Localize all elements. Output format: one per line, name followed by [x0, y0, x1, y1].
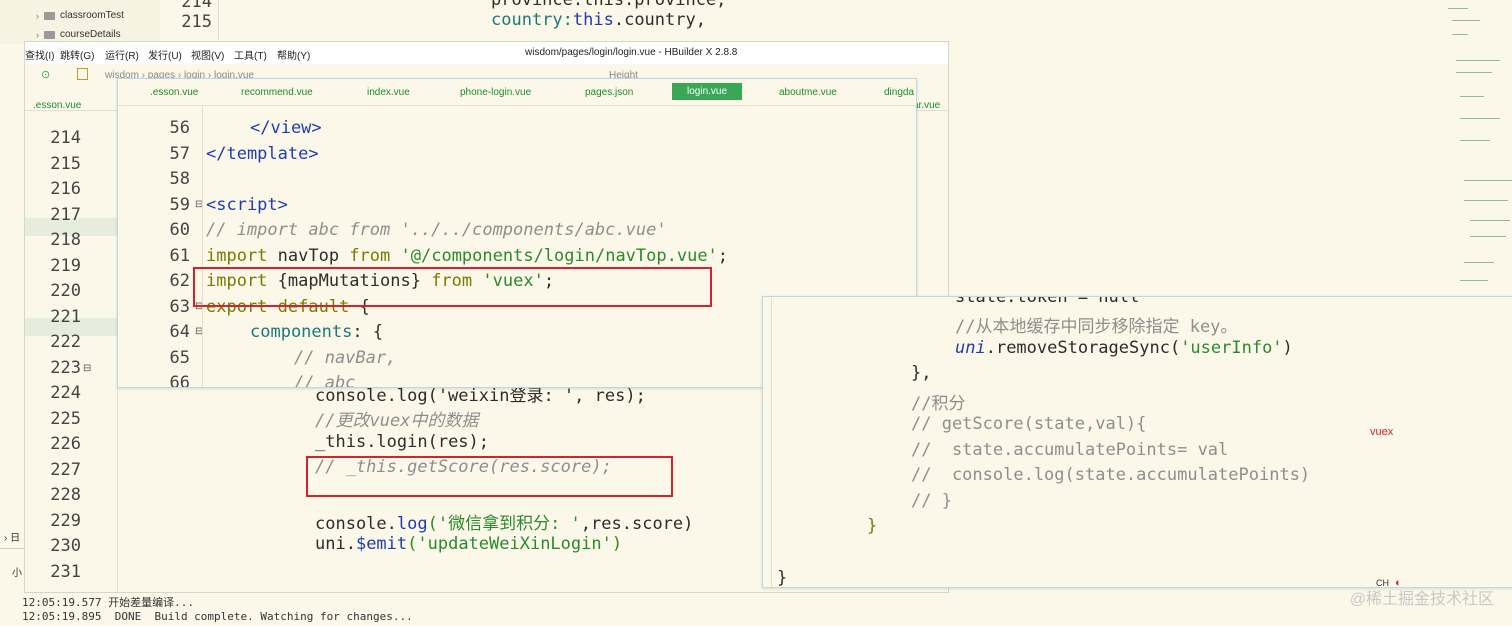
- line-number: 224: [50, 383, 81, 403]
- file-tree: › classroomTest › courseDetails: [0, 0, 160, 44]
- code-line-brace: }: [867, 516, 878, 536]
- line-number: 229: [50, 511, 81, 531]
- line-number: 231: [50, 562, 81, 582]
- code-line-comment-score: //积分: [911, 394, 966, 414]
- code-line-removestorage: uni.removeStorageSync('userInfo'): [955, 338, 1293, 358]
- code-line-61: import navTop from '@/components/login/n…: [206, 246, 729, 266]
- code-line-comment-brace: // }: [911, 491, 952, 511]
- line-number: 227: [50, 460, 81, 480]
- code-line-getscore: // getScore(state,val){: [911, 414, 1147, 434]
- chevron-right-icon: ›: [36, 11, 39, 21]
- line-number: 61: [169, 246, 190, 266]
- editor-tabs: .esson.vue recommend.vue index.vue phone…: [118, 79, 916, 106]
- code-line: country:this.country,: [491, 10, 706, 30]
- highlight-box-getscore: [306, 456, 673, 497]
- menu-view[interactable]: 视图(V): [191, 47, 224, 62]
- code-line-225: //更改vuex中的数据: [315, 411, 479, 431]
- line-number: 222: [50, 332, 81, 352]
- annotation-label: vuex: [1370, 426, 1394, 438]
- line-number: 223: [50, 358, 81, 378]
- code-line-66: // abc: [294, 373, 356, 388]
- tree-item-label: classroomTest: [60, 10, 124, 21]
- tab-pages-json[interactable]: pages.json: [585, 87, 633, 98]
- tab-phone-login-vue[interactable]: phone-login.vue: [460, 87, 531, 98]
- menu-tools[interactable]: 工具(T): [234, 47, 267, 62]
- menu-run[interactable]: 运行(R): [105, 47, 139, 62]
- line-number: 57: [169, 144, 190, 164]
- menu-goto[interactable]: 跳转(G): [60, 47, 94, 62]
- line-number: 228: [50, 485, 81, 505]
- menu-find[interactable]: 查找(I): [25, 47, 54, 62]
- line-number: 219: [50, 256, 81, 276]
- chevron-right-icon: ›: [36, 30, 39, 40]
- highlight-box-mapmutations: [193, 267, 712, 307]
- line-number: 220: [50, 281, 81, 301]
- gutter-divider: [218, 0, 219, 40]
- folder-icon: [44, 12, 55, 20]
- console-line: 12:05:19.577 开始差量编译...: [22, 596, 194, 609]
- line-number: 60: [169, 220, 190, 240]
- run-icon[interactable]: ⊙: [41, 68, 50, 81]
- code-line-final-brace: }: [777, 568, 788, 588]
- watermark: @稀土掘金技术社区: [1349, 591, 1494, 608]
- line-number: 64: [169, 322, 190, 342]
- code-line-60: // import abc from '../../components/abc…: [206, 220, 667, 240]
- tab-bar-vue[interactable]: ar.vue: [913, 100, 940, 111]
- code-line-accumulate: // state.accumulatePoints= val: [911, 440, 1229, 460]
- fold-icon[interactable]: ⊟: [83, 363, 91, 374]
- tree-item-classroomtest[interactable]: › classroomTest: [36, 9, 124, 23]
- code-line-226: _this.login(res);: [315, 432, 490, 452]
- menu-bar: 查找(I) 跳转(G) 运行(R) 发行(U) 视图(V) 工具(T) 帮助(Y…: [25, 42, 948, 65]
- tab-dingdan[interactable]: dingda: [884, 87, 914, 98]
- line-number: 65: [169, 348, 190, 368]
- minimap[interactable]: [1440, 0, 1512, 290]
- panel-label[interactable]: › 日: [4, 529, 20, 544]
- line-number: 216: [50, 179, 81, 199]
- tab-login-vue[interactable]: login.vue: [672, 83, 743, 100]
- line-number: 56: [169, 118, 190, 138]
- tree-item-label: courseDetails: [60, 29, 121, 40]
- line-number: 66: [169, 373, 190, 388]
- menu-help[interactable]: 帮助(Y): [277, 47, 310, 62]
- code-line-console: // console.log(state.accumulatePoints): [911, 465, 1311, 485]
- line-number: 215: [181, 12, 212, 32]
- code-line-close-brace: },: [911, 363, 932, 383]
- line-number: 217: [50, 205, 81, 225]
- tab-lesson-vue[interactable]: .esson.vue: [150, 87, 198, 98]
- tree-item-coursedetails[interactable]: › courseDetails: [36, 28, 121, 42]
- code-line-comment-key: //从本地缓存中同步移除指定 key。: [955, 317, 1238, 337]
- line-number: 218: [50, 230, 81, 250]
- tab-recommend-vue[interactable]: recommend.vue: [241, 87, 313, 98]
- code-line-64: components: {: [250, 322, 384, 342]
- line-number: 215: [50, 154, 81, 174]
- code-line: province:this.province,: [491, 0, 727, 10]
- code-line-230: uni.$emit('updateWeiXinLogin'): [315, 534, 623, 554]
- line-number: 214: [181, 0, 212, 12]
- line-number: 62: [169, 271, 190, 291]
- window-title: wisdom/pages/login/login.vue - HBuilder …: [525, 47, 738, 58]
- line-number: 59: [169, 195, 190, 215]
- tab-aboutme-vue[interactable]: aboutme.vue: [779, 87, 837, 98]
- code-line-65: // navBar,: [294, 348, 397, 368]
- line-number: 63: [169, 297, 190, 317]
- code-line-56: </view>: [250, 118, 322, 138]
- code-line-57: </template>: [206, 144, 319, 164]
- store-editor: state.token = null //从本地缓存中同步移除指定 key。 u…: [762, 296, 1512, 588]
- line-number: 225: [50, 409, 81, 429]
- file-icon: [77, 68, 88, 80]
- line-number: 214: [50, 128, 81, 148]
- code-line-229: console.log('微信拿到积分: ',res.score): [315, 514, 694, 534]
- code-line-59: <script>: [206, 195, 288, 215]
- line-number: 230: [50, 536, 81, 556]
- tab-index-vue[interactable]: index.vue: [367, 87, 410, 98]
- line-number: 221: [50, 307, 81, 327]
- console-line: 12:05:19.895 DONE Build complete. Watchi…: [22, 610, 413, 623]
- line-number: 226: [50, 434, 81, 454]
- panel-label[interactable]: 小: [12, 564, 22, 579]
- line-number: 58: [169, 169, 190, 189]
- menu-publish[interactable]: 发行(U): [148, 47, 182, 62]
- folder-icon: [44, 31, 55, 39]
- code-line-token: state.token = null: [955, 296, 1140, 307]
- bg-gutter: 214 215: [160, 0, 218, 40]
